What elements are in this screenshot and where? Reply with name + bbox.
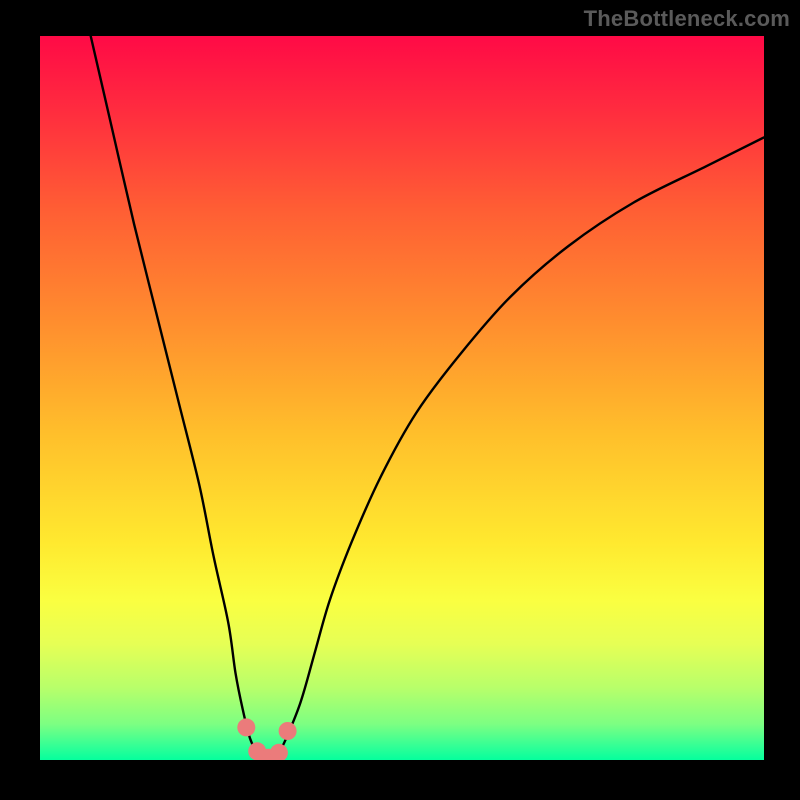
bottleneck-curve [91, 36, 764, 760]
curve-layer [40, 36, 764, 760]
watermark-label: TheBottleneck.com [584, 6, 790, 32]
highlight-marker [270, 744, 288, 760]
plot-area [40, 36, 764, 760]
highlight-marker [237, 718, 255, 736]
highlight-markers [237, 718, 296, 760]
highlight-marker [279, 722, 297, 740]
